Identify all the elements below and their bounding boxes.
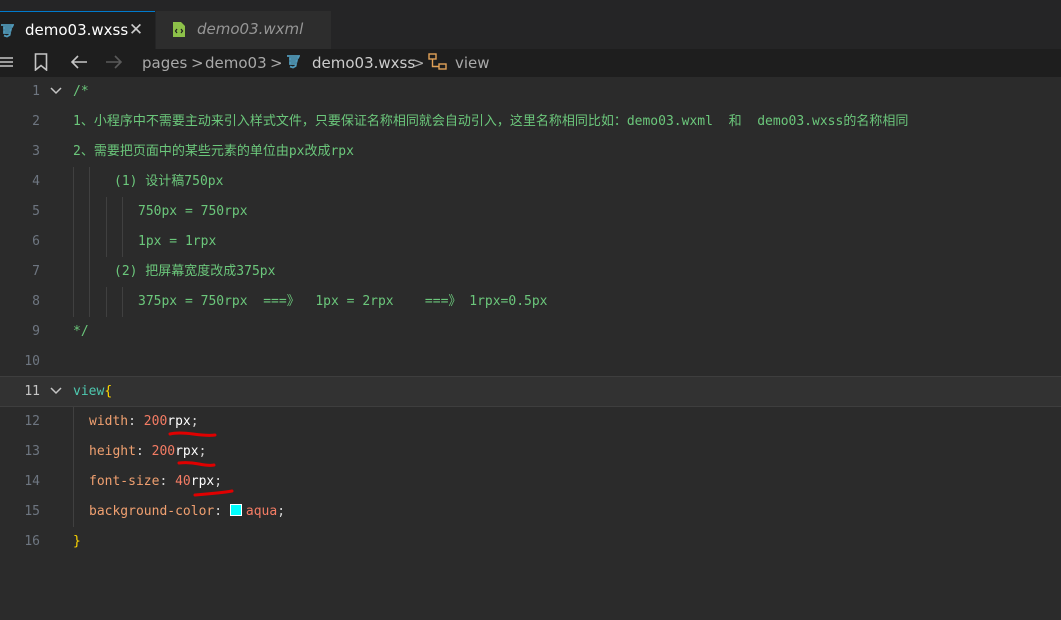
breadcrumb-separator: >	[412, 54, 425, 72]
css3-icon	[286, 54, 301, 70]
line-number: 13	[24, 444, 40, 459]
css-property: height	[89, 444, 136, 459]
menu-icon[interactable]	[0, 56, 14, 70]
line-number: 1	[32, 84, 40, 99]
css-property: font-size	[89, 474, 160, 489]
breadcrumb-item-pages[interactable]: pages	[142, 53, 187, 73]
code-line: 15 background-color: aqua;	[0, 497, 1061, 527]
code-text: 2、需要把页面中的某些元素的单位由px改成rpx	[73, 144, 354, 159]
annotation-underline	[177, 461, 216, 467]
code-line: 3 2、需要把页面中的某些元素的单位由px改成rpx	[0, 137, 1061, 167]
semicolon: ;	[214, 474, 223, 489]
open-brace: {	[104, 384, 113, 399]
code-line: 8 375px = 750rpx ===》 1px = 2rpx ===》 1r…	[0, 287, 1061, 317]
code-line: 14 font-size: 40rpx;	[0, 467, 1061, 497]
line-number: 14	[24, 474, 40, 489]
css-unit: rpx	[167, 414, 191, 429]
line-number: 9	[32, 324, 40, 339]
css-number: 200	[143, 414, 168, 429]
code-line: 16 }	[0, 527, 1061, 557]
line-number: 7	[32, 264, 40, 279]
fold-chevron-icon[interactable]	[49, 383, 63, 397]
semicolon: ;	[277, 504, 286, 519]
tab-demo03-wxml[interactable]: demo03.wxml	[155, 11, 331, 49]
code-line: 13 height: 200rpx;	[0, 437, 1061, 467]
color-swatch[interactable]	[229, 504, 242, 516]
code-text: (2) 把屏幕宽度改成375px	[114, 264, 276, 279]
code-text: /*	[73, 84, 89, 99]
colon: :	[135, 444, 152, 459]
code-line: 9 */	[0, 317, 1061, 347]
breadcrumb-separator: >	[270, 54, 283, 72]
colon: :	[159, 474, 176, 489]
line-number: 16	[24, 534, 40, 549]
code-line: 1 /*	[0, 77, 1061, 107]
semicolon: ;	[190, 414, 199, 429]
forward-arrow-icon[interactable]	[105, 54, 123, 70]
css-selector: view	[73, 384, 105, 399]
line-number: 6	[32, 234, 40, 249]
line-number: 12	[24, 414, 40, 429]
code-line: 2 1、小程序中不需要主动来引入样式文件，只要保证名称相同就会自动引入，这里名称…	[0, 107, 1061, 137]
colon: :	[128, 414, 144, 429]
css-property: background-color	[89, 504, 215, 519]
code-line: 12 width: 200rpx;	[0, 407, 1061, 437]
code-text: */	[73, 324, 89, 339]
line-number: 8	[32, 294, 40, 309]
code-text: (1) 设计稿750px	[114, 174, 224, 189]
close-brace: }	[73, 534, 81, 549]
code-line: 6 1px = 1rpx	[0, 227, 1061, 257]
tab-label: demo03.wxml	[197, 20, 304, 38]
css-unit: rpx	[175, 444, 199, 459]
breadcrumb-item-demo03[interactable]: demo03	[205, 53, 267, 73]
breadcrumb-item-file[interactable]: demo03.wxss	[312, 53, 415, 73]
css-number: 40	[175, 474, 191, 489]
line-number: 15	[24, 504, 40, 519]
line-number: 3	[32, 144, 40, 159]
fold-chevron-icon[interactable]	[49, 83, 63, 97]
code-text: 750px = 750rpx	[138, 204, 248, 219]
code-text: 1、小程序中不需要主动来引入样式文件，只要保证名称相同就会自动引入，这里名称相同…	[73, 114, 909, 129]
annotation-underline	[168, 431, 217, 437]
tab-label: demo03.wxss	[25, 21, 129, 39]
code-text: 1px = 1rpx	[138, 234, 217, 249]
semicolon: ;	[198, 444, 207, 459]
wxml-icon	[172, 21, 186, 38]
code-text: 375px = 750rpx ===》 1px = 2rpx ===》 1rpx…	[138, 294, 548, 309]
breadcrumb-item-view[interactable]: view	[455, 53, 490, 73]
code-line: 4 (1) 设计稿750px	[0, 167, 1061, 197]
close-icon[interactable]: ✕	[127, 20, 145, 40]
css-value: aqua	[245, 504, 278, 519]
tab-bar: demo03.wxss ✕ demo03.wxml	[0, 11, 1061, 49]
code-editor[interactable]: 1 /* 2 1、小程序中不需要主动来引入样式文件，只要保证名称相同就会自动引入…	[0, 77, 1061, 620]
symbol-structure-icon	[428, 53, 448, 71]
title-strip	[0, 0, 1061, 11]
tab-demo03-wxss[interactable]: demo03.wxss ✕	[0, 11, 155, 49]
code-text: view{	[73, 377, 112, 407]
code-line-current: 11 view{	[0, 376, 1061, 407]
code-line: 7 (2) 把屏幕宽度改成375px	[0, 257, 1061, 287]
code-line: 5 750px = 750rpx	[0, 197, 1061, 227]
bookmark-icon[interactable]	[34, 53, 48, 72]
css-unit: rpx	[190, 474, 215, 489]
line-number: 11	[24, 384, 40, 399]
colon: :	[214, 504, 230, 519]
css-number: 200	[151, 444, 176, 459]
breadcrumb-separator: >	[191, 54, 204, 72]
line-number: 5	[32, 204, 40, 219]
line-number: 10	[24, 354, 40, 369]
code-line: 10	[0, 347, 1061, 377]
css-property: width	[89, 414, 129, 429]
annotation-underline	[193, 489, 234, 497]
code-text: background-color: aqua;	[89, 497, 285, 527]
breadcrumb: pages > demo03 > demo03.wxss > view	[0, 49, 1061, 77]
back-arrow-icon[interactable]	[70, 54, 88, 70]
css3-icon	[0, 23, 15, 39]
line-number: 2	[32, 114, 40, 129]
line-number: 4	[32, 174, 40, 189]
